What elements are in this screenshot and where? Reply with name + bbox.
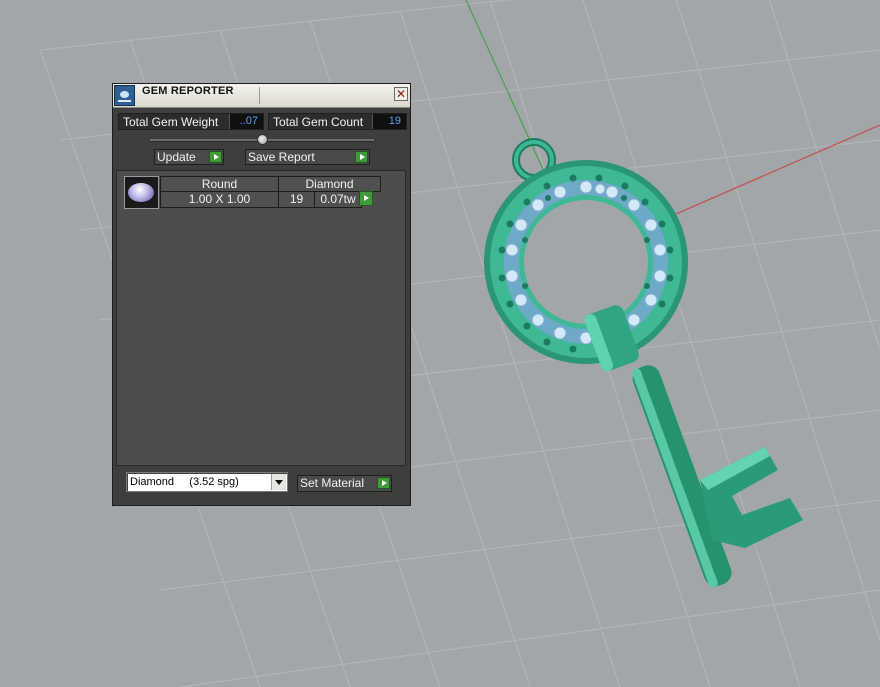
gem-reporter-app-icon bbox=[114, 85, 135, 106]
play-arrow-icon bbox=[209, 151, 222, 163]
gem-material-cell: Diamond bbox=[278, 176, 381, 192]
save-report-button-label: Save Report bbox=[248, 150, 315, 164]
close-icon[interactable]: ✕ bbox=[394, 87, 408, 101]
panel-titlebar[interactable]: GEM REPORTER ✕ bbox=[113, 84, 410, 108]
total-gem-count: Total Gem Count 19 bbox=[268, 113, 407, 130]
play-arrow-icon bbox=[377, 477, 390, 489]
total-gem-count-value: 19 bbox=[372, 114, 406, 129]
total-gem-weight: Total Gem Weight ..07 bbox=[118, 113, 264, 130]
gem-size-cell: 1.00 X 1.00 bbox=[160, 191, 279, 208]
total-gem-count-label: Total Gem Count bbox=[273, 114, 364, 129]
total-gem-weight-label: Total Gem Weight bbox=[123, 114, 219, 129]
gem-shape-cell: Round bbox=[160, 176, 279, 192]
set-material-button[interactable]: Set Material bbox=[297, 475, 392, 492]
material-select-value: Diamond (3.52 spg) bbox=[130, 476, 239, 488]
round-gem-icon[interactable] bbox=[124, 176, 159, 209]
material-select[interactable]: Diamond (3.52 spg) bbox=[126, 472, 288, 492]
gem-list: Round Diamond 1.00 X 1.00 19 0.07tw bbox=[116, 170, 406, 466]
update-button[interactable]: Update bbox=[154, 149, 224, 165]
title-separator bbox=[259, 87, 260, 104]
chevron-down-icon[interactable] bbox=[271, 474, 286, 490]
gem-reporter-panel: GEM REPORTER ✕ Total Gem Weight ..07 Tot… bbox=[112, 83, 411, 506]
gem-weight-cell: 0.07tw bbox=[314, 191, 362, 208]
total-gem-weight-value: ..07 bbox=[229, 114, 263, 129]
panel-title: GEM REPORTER bbox=[142, 85, 234, 97]
row-play-arrow-icon[interactable] bbox=[359, 191, 373, 206]
update-button-label: Update bbox=[157, 150, 196, 164]
set-material-button-label: Set Material bbox=[300, 476, 365, 490]
play-arrow-icon bbox=[355, 151, 368, 163]
gem-count-cell: 19 bbox=[278, 191, 315, 208]
save-report-button[interactable]: Save Report bbox=[245, 149, 370, 165]
slider-knob-icon[interactable] bbox=[257, 134, 268, 145]
